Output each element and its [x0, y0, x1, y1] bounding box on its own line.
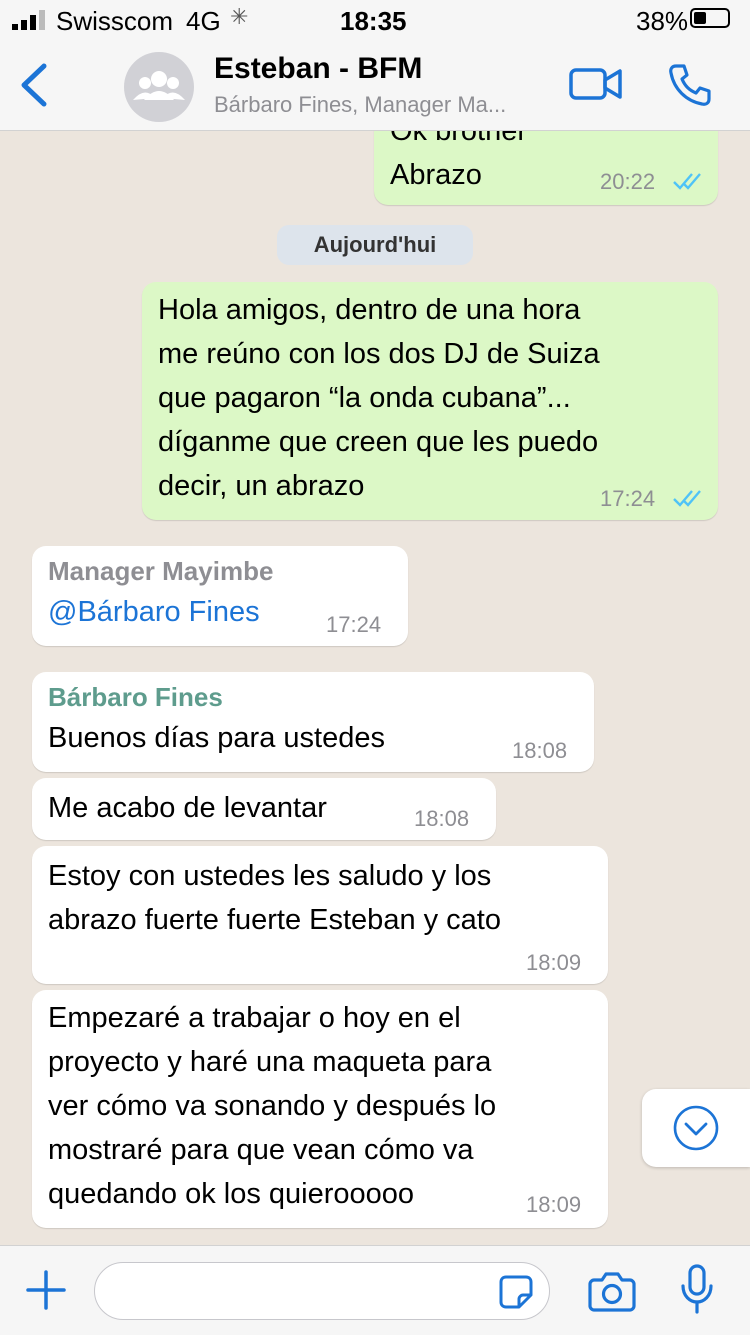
message-bubble-outgoing[interactable]: Ok brother Abrazo 20:22: [374, 131, 718, 205]
message-list[interactable]: Ok brother Abrazo 20:22 Aujourd'hui Hola…: [0, 131, 750, 1245]
double-check-icon: [673, 490, 701, 507]
message-text: Ok brother Abrazo: [390, 131, 527, 191]
chevron-down-circle-icon: [673, 1105, 719, 1151]
activity-spinner-icon: ✳: [230, 4, 249, 29]
message-time: 17:24: [326, 612, 382, 637]
phone-icon[interactable]: [666, 62, 712, 108]
message-sender[interactable]: Manager Mayimbe: [48, 556, 273, 587]
message-input[interactable]: [94, 1262, 550, 1320]
status-bar: Swisscom 4G ✳ 18:35 38%: [0, 0, 750, 40]
mention-link[interactable]: @Bárbaro Fines: [48, 596, 260, 628]
message-bubble-incoming[interactable]: Me acabo de levantar 18:08: [32, 778, 496, 840]
message-text: Buenos días para ustedes: [48, 722, 385, 754]
chat-participants[interactable]: Bárbaro Fines, Manager Ma...: [214, 92, 544, 118]
message-text: Estoy con ustedes les saludo y los abraz…: [48, 860, 501, 936]
message-bubble-incoming[interactable]: Estoy con ustedes les saludo y los abraz…: [32, 846, 608, 984]
message-time: 17:24: [600, 486, 656, 511]
message-bubble-incoming[interactable]: Empezaré a trabajar o hoy en el proyecto…: [32, 990, 608, 1228]
signal-icon: [12, 10, 45, 30]
plus-icon[interactable]: [24, 1268, 68, 1312]
microphone-icon[interactable]: [680, 1264, 714, 1316]
back-chevron-icon[interactable]: [16, 62, 52, 108]
message-text: Empezaré a trabajar o hoy en el proyecto…: [48, 1002, 497, 1210]
battery-icon: [690, 8, 730, 28]
message-time: 18:09: [526, 950, 582, 975]
group-avatar-icon[interactable]: [124, 52, 194, 122]
chat-header: Esteban - BFM Bárbaro Fines, Manager Ma.…: [0, 40, 750, 131]
message-text: Hola amigos, dentro de una hora me reúno…: [158, 294, 600, 502]
network-label: 4G: [186, 6, 221, 36]
message-time: 20:22: [600, 169, 656, 194]
message-sender[interactable]: Bárbaro Fines: [48, 682, 223, 713]
message-bubble-incoming[interactable]: Manager Mayimbe @Bárbaro Fines 17:24: [32, 546, 408, 646]
composer-bar: [0, 1245, 750, 1335]
date-divider: Aujourd'hui: [277, 225, 473, 265]
scroll-to-bottom-button[interactable]: [642, 1089, 750, 1167]
double-check-icon: [673, 173, 701, 190]
chat-title[interactable]: Esteban - BFM: [214, 52, 422, 86]
clock: 18:35: [340, 6, 407, 36]
message-time: 18:08: [414, 806, 470, 831]
message-text: @Bárbaro Fines: [48, 590, 260, 634]
message-bubble-incoming[interactable]: Bárbaro Fines Buenos días para ustedes 1…: [32, 672, 594, 772]
camera-icon[interactable]: [588, 1270, 636, 1312]
video-camera-icon[interactable]: [568, 64, 624, 104]
message-time: 18:09: [526, 1192, 582, 1217]
sticker-icon[interactable]: [498, 1274, 534, 1310]
battery-percent: 38%: [636, 6, 689, 36]
message-bubble-outgoing[interactable]: Hola amigos, dentro de una hora me reúno…: [142, 282, 718, 520]
message-time: 18:08: [512, 738, 568, 763]
carrier-label: Swisscom: [56, 6, 174, 36]
message-text: Me acabo de levantar: [48, 792, 327, 824]
